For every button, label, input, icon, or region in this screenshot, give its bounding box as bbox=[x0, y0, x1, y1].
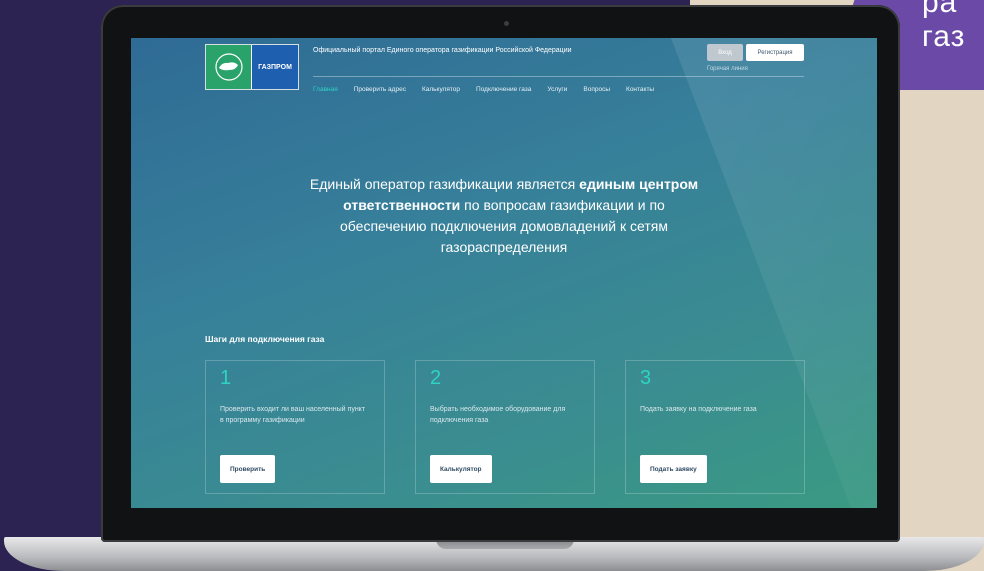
nav-item-check-address[interactable]: Проверить адрес bbox=[354, 86, 406, 93]
login-button[interactable]: Вход bbox=[707, 44, 743, 61]
nav-item-questions[interactable]: Вопросы bbox=[583, 86, 610, 93]
step-description: Подать заявку на подключение газа bbox=[640, 406, 757, 413]
laptop-screen: ГАЗПРОМ Официальный портал Единого опера… bbox=[131, 38, 877, 508]
operator-logo-icon bbox=[206, 45, 252, 89]
hotline-link[interactable]: Горячая линия bbox=[707, 66, 748, 72]
main-nav: Главная Проверить адрес Калькулятор Подк… bbox=[313, 86, 654, 93]
hero-text-part-1: Единый оператор газификации является bbox=[309, 176, 580, 192]
gazprom-logo-icon: ГАЗПРОМ bbox=[252, 45, 298, 89]
ribbon-text-line-2: газ bbox=[922, 20, 966, 53]
hero-text: Единый оператор газификации является еди… bbox=[304, 174, 704, 258]
step-number: 2 bbox=[430, 367, 442, 389]
register-button[interactable]: Регистрация bbox=[746, 44, 804, 61]
submit-application-button[interactable]: Подать заявку bbox=[640, 455, 707, 483]
nav-item-gas-connection[interactable]: Подключение газа bbox=[476, 86, 531, 93]
step-card-3: 3 Подать заявку на подключение газа Пода… bbox=[625, 360, 805, 494]
camera-icon bbox=[504, 21, 509, 26]
step-number: 1 bbox=[220, 367, 232, 389]
portal-title: Официальный портал Единого оператора газ… bbox=[313, 47, 572, 54]
ribbon-text-line-1: ра bbox=[922, 0, 958, 19]
ribbon-text: ра газ bbox=[922, 0, 984, 54]
nav-item-services[interactable]: Услуги bbox=[547, 86, 567, 93]
step-description: Выбрать необходимое оборудование для под… bbox=[430, 406, 566, 424]
site-logo[interactable]: ГАЗПРОМ bbox=[205, 44, 299, 90]
steps-title: Шаги для подключения газа bbox=[205, 334, 325, 344]
calculator-button[interactable]: Калькулятор bbox=[430, 455, 492, 483]
nav-item-home[interactable]: Главная bbox=[313, 86, 338, 93]
gazprom-logo-text: ГАЗПРОМ bbox=[258, 63, 292, 71]
header-divider bbox=[313, 76, 804, 77]
step-card-1: 1 Проверить входит ли ваш населенный пун… bbox=[205, 360, 385, 494]
step-card-2: 2 Выбрать необходимое оборудование для п… bbox=[415, 360, 595, 494]
step-number: 3 bbox=[640, 367, 652, 389]
nav-item-calculator[interactable]: Калькулятор bbox=[422, 86, 460, 93]
step-description: Проверить входит ли ваш населенный пункт… bbox=[220, 406, 366, 424]
check-button[interactable]: Проверить bbox=[220, 455, 276, 483]
nav-item-contacts[interactable]: Контакты bbox=[626, 86, 654, 93]
